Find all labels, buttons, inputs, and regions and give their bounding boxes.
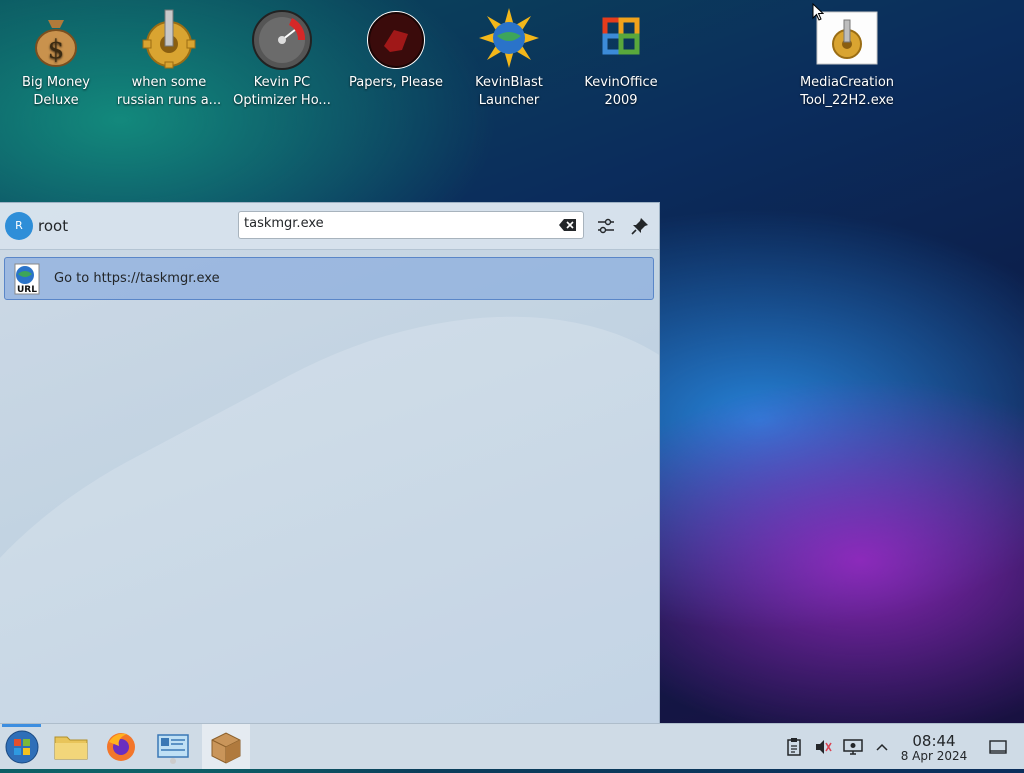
launcher-header: R root <box>0 203 659 250</box>
show-desktop-icon <box>989 740 1007 754</box>
clipboard-tray-button[interactable] <box>784 737 804 757</box>
firefox-button[interactable] <box>97 724 145 769</box>
globe-sun-icon <box>477 6 541 70</box>
installer-gear-icon <box>815 6 879 70</box>
desktop-icon-label: KevinOffice <box>584 75 658 90</box>
clock-date[interactable]: 8 Apr 2024 <box>895 749 973 763</box>
desktop-icon-label: russian runs a... <box>116 93 222 108</box>
clear-search-button[interactable] <box>559 218 577 232</box>
desktop-icon-when-some-russian[interactable]: when some russian runs a... <box>114 6 224 110</box>
desktop-icon-label: Big Money <box>21 75 90 90</box>
gear-icon <box>137 6 201 70</box>
papers-please-icon <box>364 6 428 70</box>
svg-text:$: $ <box>48 35 65 65</box>
volume-muted-icon <box>816 740 832 754</box>
search-result-text: Go to https://taskmgr.exe <box>54 271 220 286</box>
control-panel-icon <box>157 734 189 764</box>
configure-button[interactable] <box>595 215 617 237</box>
show-hidden-tray-button[interactable] <box>872 737 892 757</box>
system-settings-button[interactable] <box>149 724 197 769</box>
file-manager-button[interactable] <box>47 724 95 769</box>
desktop-icon-kevinblast-launcher[interactable]: KevinBlast Launcher <box>454 6 564 110</box>
windows-orb-icon <box>5 730 39 764</box>
taskbar: 08:44 8 Apr 2024 <box>0 723 1024 769</box>
money-bag-icon: $ <box>24 6 88 70</box>
show-desktop-button[interactable] <box>988 737 1008 757</box>
package-box-icon <box>211 732 241 764</box>
clock-time[interactable]: 08:44 <box>895 732 973 750</box>
office-logo-icon <box>589 6 653 70</box>
desktop-icon-label: Optimizer Ho... <box>233 93 331 108</box>
username-label: root <box>38 217 69 235</box>
user-avatar[interactable]: R <box>5 212 33 240</box>
backspace-clear-icon <box>559 219 576 231</box>
desktop-icon-kevinoffice-2009[interactable]: KevinOffice 2009 <box>566 6 676 110</box>
desktop-icon-label: Kevin PC <box>253 75 311 90</box>
firefox-icon <box>107 733 135 761</box>
desktop-icon-label: MediaCreation <box>799 75 895 90</box>
volume-tray-button[interactable] <box>813 737 833 757</box>
desktop-icon-label: Launcher <box>478 93 540 108</box>
app-launcher-panel: R root taskmgr.exe URL Go to https://tas… <box>0 202 660 724</box>
desktop-icon-label: 2009 <box>604 93 638 108</box>
desktop-icon-kevin-pc-optimizer[interactable]: Kevin PC Optimizer Ho... <box>227 6 337 110</box>
desktop-icon-label: Papers, Please <box>348 75 444 90</box>
pin-icon <box>631 218 648 235</box>
desktop-icon-label: Tool_22H2.exe <box>800 93 894 108</box>
pin-button[interactable] <box>629 215 651 237</box>
url-icon-label: URL <box>17 285 37 295</box>
speedometer-icon <box>250 6 314 70</box>
url-globe-icon: URL <box>11 262 43 296</box>
sliders-icon <box>598 218 614 234</box>
package-app-button[interactable] <box>202 724 250 769</box>
search-input[interactable] <box>244 216 544 231</box>
desktop-icon-mediacreation-tool[interactable]: MediaCreation Tool_22H2.exe <box>792 6 902 110</box>
desktop-icon-label: KevinBlast <box>475 75 543 90</box>
search-field[interactable] <box>238 211 584 239</box>
mouse-cursor-icon <box>812 3 824 21</box>
desktop-icon-papers-please[interactable]: Papers, Please <box>341 6 451 92</box>
display-tray-button[interactable] <box>843 737 863 757</box>
folder-icon <box>54 736 88 760</box>
monitor-icon <box>843 739 863 755</box>
search-result-item[interactable]: URL Go to https://taskmgr.exe <box>4 257 654 300</box>
chevron-up-icon <box>876 743 888 751</box>
start-menu-button[interactable] <box>0 724 48 769</box>
desktop-icon-big-money-deluxe[interactable]: $ Big Money Deluxe <box>1 6 111 110</box>
desktop-icon-label: when some <box>131 75 207 90</box>
desktop-icon-label: Deluxe <box>33 93 79 108</box>
clipboard-icon <box>787 738 801 756</box>
